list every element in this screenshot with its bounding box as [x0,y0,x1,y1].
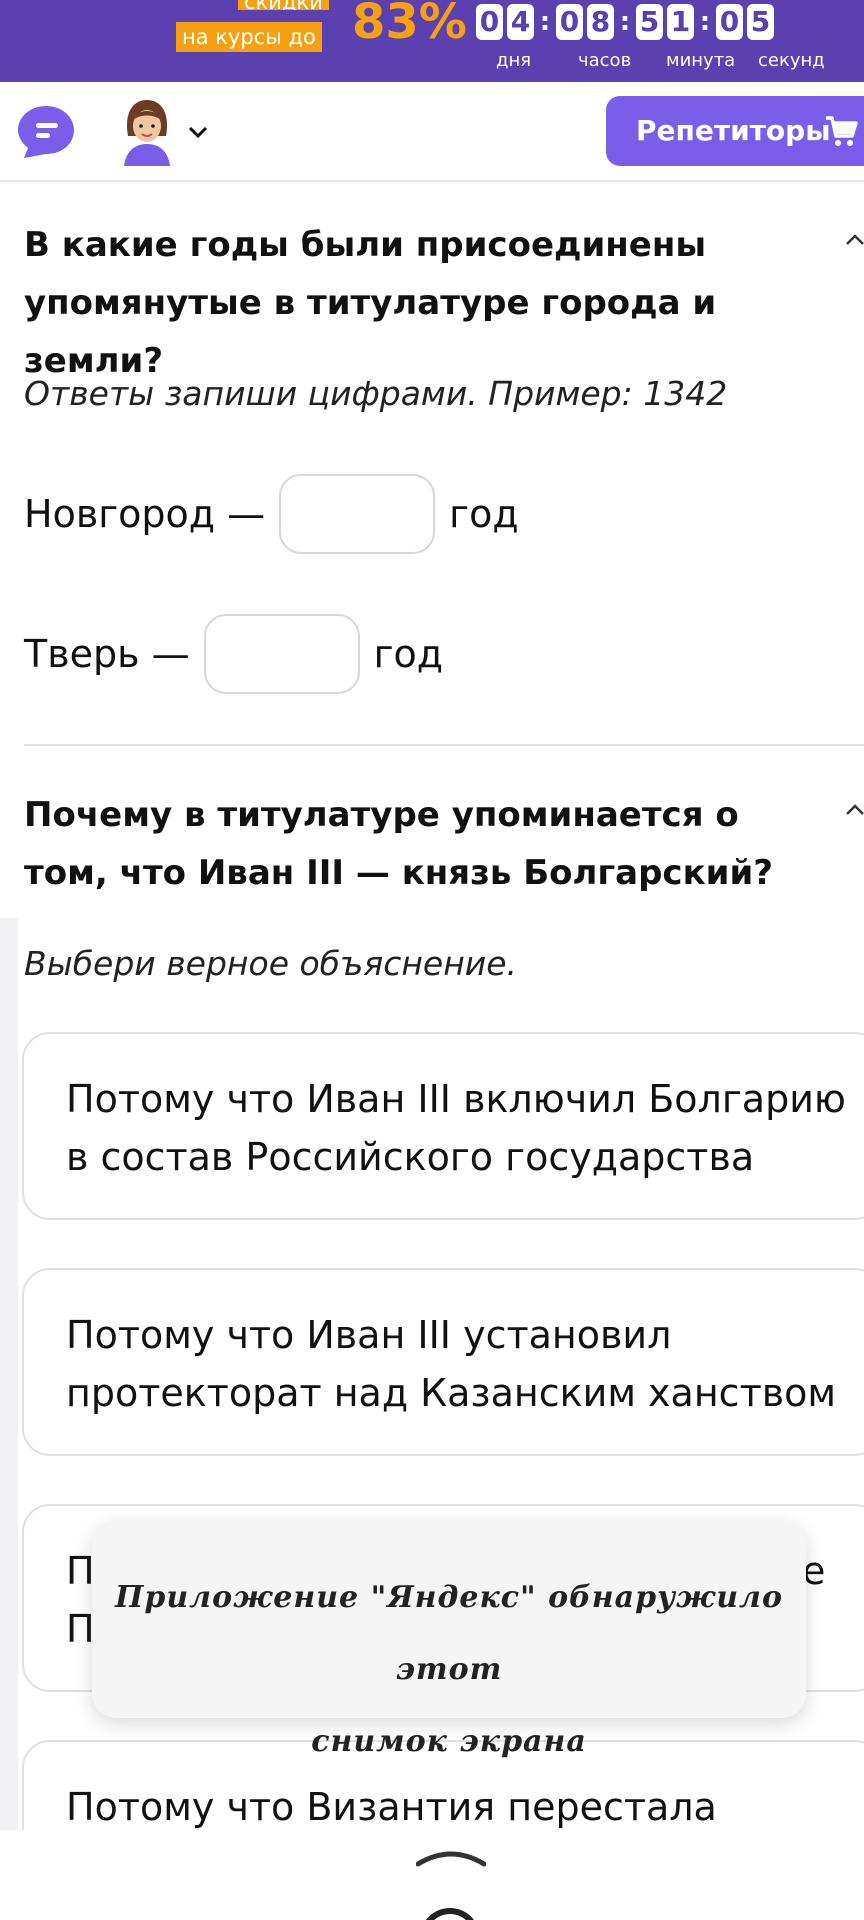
answer-row-tver: Тверь — год [24,614,443,694]
user-avatar-icon[interactable] [118,96,176,166]
answer-option-1[interactable]: Потому что Иван III включил Болгарию в с… [22,1032,864,1220]
answer-option-text: Потому что Иван III включил Болгарию в с… [66,1077,846,1179]
section-divider [24,744,864,746]
caret-up-icon[interactable] [416,1846,486,1868]
answer-option-2[interactable]: Потому что Иван III установил протектора… [22,1268,864,1456]
tutors-button-label: Репетиторы [636,114,831,147]
timer-digit: 1 [667,4,694,40]
question-1-hint: Ответы запиши цифрами. Пример: 1342 [24,374,728,413]
timer-label-seconds: секунд [758,50,825,71]
home-indicator[interactable] [420,1908,480,1920]
year-input-novgorod[interactable] [279,474,436,554]
timer-digit: 5 [636,4,663,40]
countdown-timer: 0 4 : 0 8 : 5 1 : 0 5 [476,4,778,40]
question-1-text: В какие годы были присоединены упомянуты… [24,225,717,381]
timer-digit: 0 [476,4,503,40]
promo-tag: на курсы до [176,22,322,52]
timer-digit: 4 [507,4,534,40]
answer-row-novgorod: Новгород — год [24,474,519,554]
timer-label-hours: часов [578,50,632,71]
timer-label-minutes: минута [666,50,736,71]
timer-separator: : [539,7,551,37]
bottom-bar [0,1830,864,1920]
answer-prefix: Тверь — [24,632,190,676]
timer-digit: 0 [556,4,583,40]
toast-line-2: снимок экрана [311,1724,587,1759]
answer-suffix: год [449,492,519,536]
answer-option-text: Потому что Византия перестала [66,1785,717,1829]
site-header: Репетиторы [0,82,864,182]
chevron-down-icon[interactable] [188,120,208,145]
question-1-title: В какие годы были присоединены упомянуты… [24,216,824,390]
promo-banner[interactable]: скидки на курсы до 83% 0 4 : 0 8 : 5 1 :… [0,0,864,82]
question-2-hint: Выбери верное объяснение. [24,944,518,983]
timer-digit: 5 [747,4,774,40]
chat-bubble-logo-icon[interactable] [16,104,76,160]
promo-percent: 83% [352,0,467,50]
shopping-cart-icon [826,116,858,146]
promo-tag-top: скидки [238,0,329,10]
timer-label-days: дня [496,50,532,71]
toast-line-1: Приложение "Яндекс" обнаружило этот [115,1580,783,1687]
year-input-tver[interactable] [203,614,360,694]
answer-prefix: Новгород — [24,492,266,536]
question-2-title: Почему в титулатуре упоминается о том, ч… [24,786,824,902]
chevron-up-icon[interactable] [846,220,864,255]
timer-separator: : [699,7,711,37]
tutors-button[interactable]: Репетиторы [606,96,864,166]
timer-digit: 8 [587,4,614,40]
chevron-up-icon[interactable] [846,790,864,825]
answer-option-text: Потому что Иван III установил протектора… [66,1313,837,1415]
side-strip [0,918,18,1830]
timer-digit: 0 [716,4,743,40]
answer-suffix: год [373,632,444,676]
screenshot-toast[interactable]: Приложение "Яндекс" обнаружило этот сним… [92,1520,806,1759]
question-2-text: Почему в титулатуре упоминается о том, ч… [24,795,774,893]
timer-separator: : [619,7,631,37]
